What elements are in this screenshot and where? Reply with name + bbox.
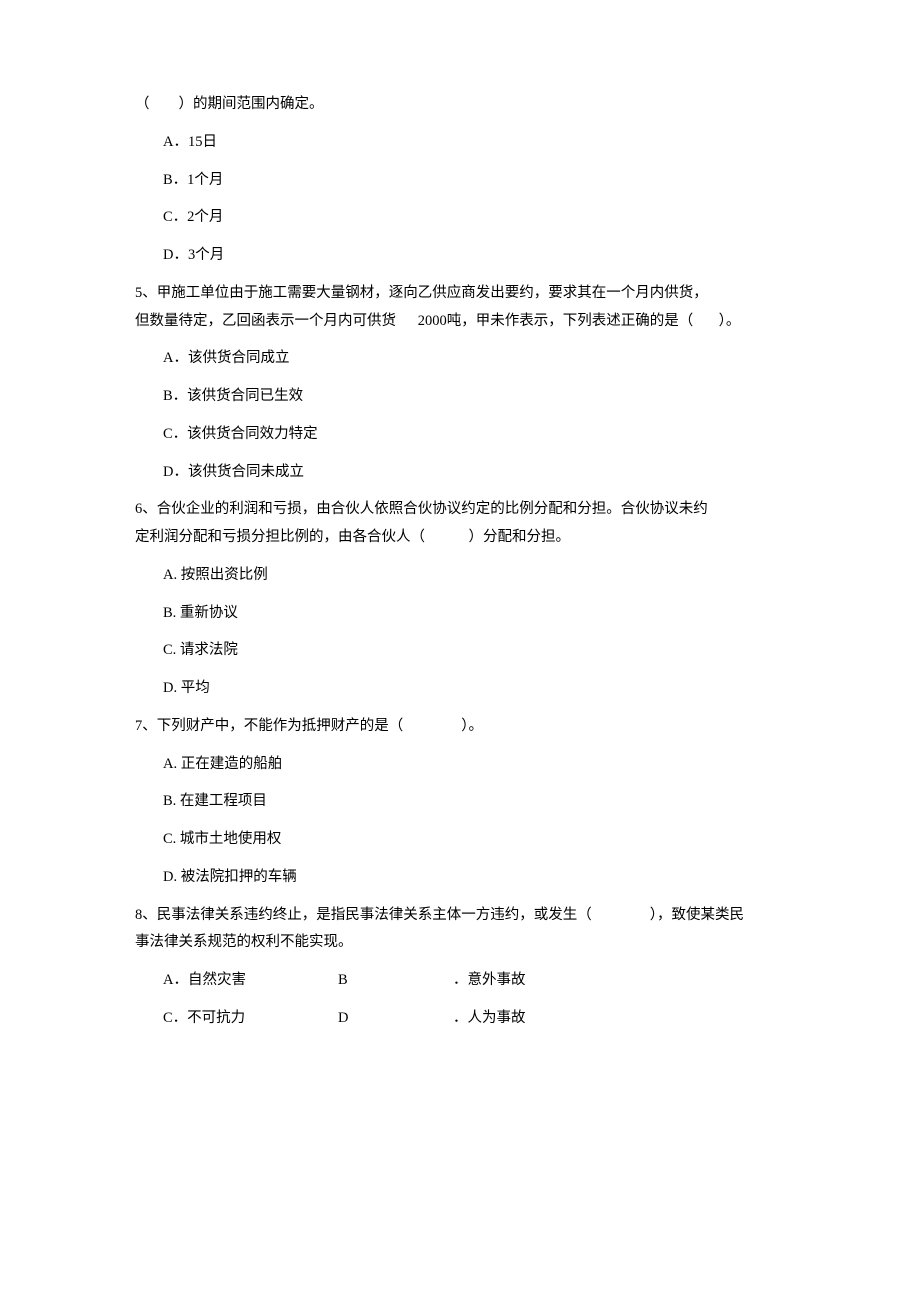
q8-option-c: C．不可抗力 <box>163 1008 338 1030</box>
q8-option-b-text: ．意外事故 <box>453 970 526 992</box>
question-8: 8、民事法律关系违约终止，是指民事法律关系主体一方违约，或发生（ ），致使某类民… <box>135 905 800 1030</box>
q8-option-a: A．自然灾害 <box>163 970 338 992</box>
q8-option-row-cd: C．不可抗力 D ．人为事故 <box>163 1008 800 1030</box>
q8-option-d-text: ．人为事故 <box>453 1008 526 1030</box>
q6-option-c: C. 请求法院 <box>163 640 800 662</box>
q5-option-a: A．该供货合同成立 <box>163 348 800 370</box>
q7-option-d: D. 被法院扣押的车辆 <box>163 867 800 889</box>
q7-options: A. 正在建造的船舶 B. 在建工程项目 C. 城市土地使用权 D. 被法院扣押… <box>135 754 800 889</box>
q5-stem-line2-b: 2000吨，甲未作表示，下列表述正确的是（ <box>418 313 694 329</box>
q4-stem-tail: （ ）的期间范围内确定。 <box>135 94 800 116</box>
q6-option-a: A. 按照出资比例 <box>163 565 800 587</box>
q5-option-d: D．该供货合同未成立 <box>163 462 800 484</box>
q6-option-d: D. 平均 <box>163 678 800 700</box>
q8-options: A．自然灾害 B ．意外事故 C．不可抗力 D ．人为事故 <box>135 970 800 1030</box>
q4-options: A．15日 B．1个月 C．2个月 D．3个月 <box>135 132 800 267</box>
q8-option-d-letter: D <box>338 1008 453 1030</box>
q7-option-c: C. 城市土地使用权 <box>163 829 800 851</box>
question-5: 5、甲施工单位由于施工需要大量钢材，逐向乙供应商发出要约，要求其在一个月内供货，… <box>135 283 800 484</box>
q8-option-b-letter: B <box>338 970 453 992</box>
question-7: 7、下列财产中，不能作为抵押财产的是（ ）。 A. 正在建造的船舶 B. 在建工… <box>135 716 800 889</box>
q4-option-c: C．2个月 <box>163 207 800 229</box>
question-4-tail: （ ）的期间范围内确定。 A．15日 B．1个月 C．2个月 D．3个月 <box>135 94 800 267</box>
q5-option-c: C．该供货合同效力特定 <box>163 424 800 446</box>
q7-option-b: B. 在建工程项目 <box>163 791 800 813</box>
q5-stem-line2-c: ）。 <box>719 313 741 329</box>
q8-stem-line2: 事法律关系规范的权利不能实现。 <box>135 932 800 954</box>
q5-option-b: B．该供货合同已生效 <box>163 386 800 408</box>
q6-option-b: B. 重新协议 <box>163 603 800 625</box>
q6-options: A. 按照出资比例 B. 重新协议 C. 请求法院 D. 平均 <box>135 565 800 700</box>
q4-option-d: D．3个月 <box>163 245 800 267</box>
q5-stem-line1: 5、甲施工单位由于施工需要大量钢材，逐向乙供应商发出要约，要求其在一个月内供货， <box>135 283 800 305</box>
question-6: 6、合伙企业的利润和亏损，由合伙人依照合伙协议约定的比例分配和分担。合伙协议未约… <box>135 499 800 700</box>
q8-stem-line1: 8、民事法律关系违约终止，是指民事法律关系主体一方违约，或发生（ ），致使某类民 <box>135 905 800 927</box>
q7-option-a: A. 正在建造的船舶 <box>163 754 800 776</box>
q5-stem-line2: 但数量待定，乙回函表示一个月内可供货 2000吨，甲未作表示，下列表述正确的是（… <box>135 311 800 333</box>
q6-stem-line2: 定利润分配和亏损分担比例的，由各合伙人（ ）分配和分担。 <box>135 527 800 549</box>
q4-option-a: A．15日 <box>163 132 800 154</box>
q5-options: A．该供货合同成立 B．该供货合同已生效 C．该供货合同效力特定 D．该供货合同… <box>135 348 800 483</box>
q7-stem: 7、下列财产中，不能作为抵押财产的是（ ）。 <box>135 716 800 738</box>
q4-option-b: B．1个月 <box>163 170 800 192</box>
q6-stem-line1: 6、合伙企业的利润和亏损，由合伙人依照合伙协议约定的比例分配和分担。合伙协议未约 <box>135 499 800 521</box>
q5-stem-line2-a: 但数量待定，乙回函表示一个月内可供货 <box>135 313 396 329</box>
q8-option-row-ab: A．自然灾害 B ．意外事故 <box>163 970 800 992</box>
